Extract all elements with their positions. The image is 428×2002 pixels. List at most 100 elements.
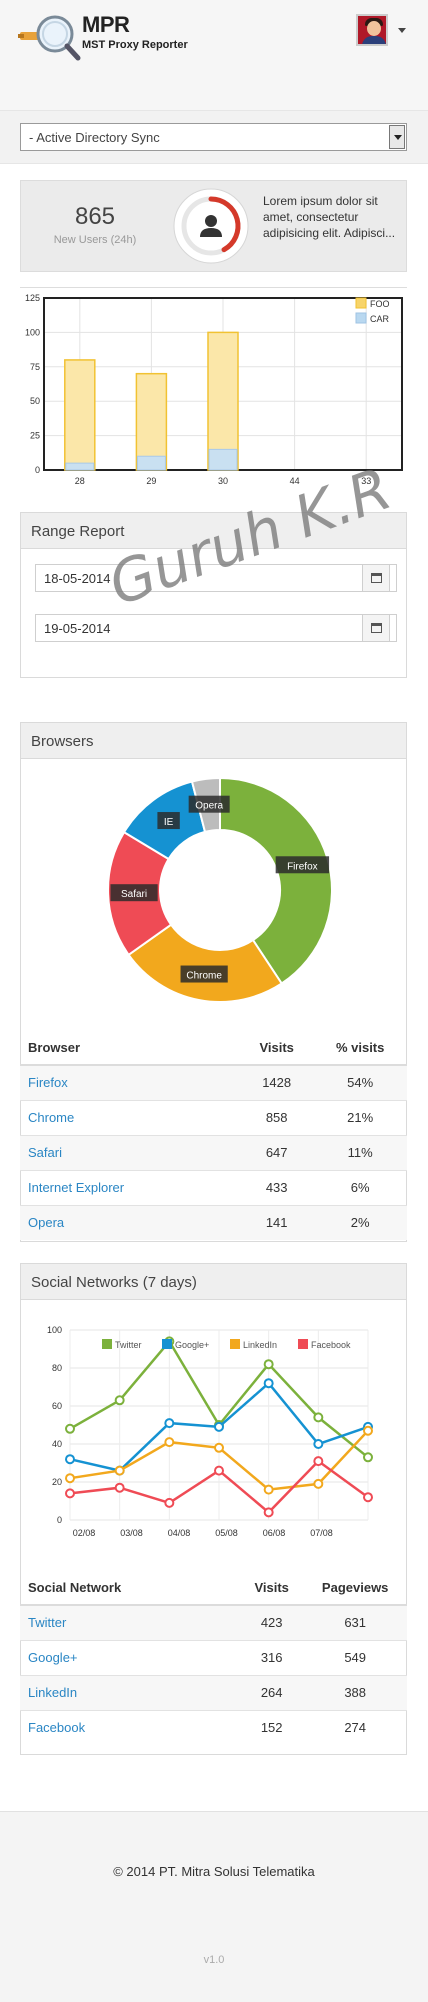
y-tick-label: 20 bbox=[52, 1477, 62, 1487]
user-menu-caret-icon[interactable] bbox=[398, 28, 406, 33]
data-point bbox=[313, 1412, 324, 1423]
legend-label: FOO bbox=[370, 299, 390, 309]
end-date-input[interactable]: 19-05-2014 bbox=[35, 614, 397, 642]
percent-cell: 6% bbox=[313, 1169, 407, 1205]
network-link[interactable]: LinkedIn bbox=[20, 1674, 240, 1710]
browser-link[interactable]: Firefox bbox=[20, 1064, 240, 1100]
browser-link[interactable]: Safari bbox=[20, 1134, 240, 1170]
browser-link[interactable]: Opera bbox=[20, 1204, 240, 1240]
col-visits: Visits bbox=[240, 1030, 314, 1066]
donut-label: Safari bbox=[121, 889, 147, 900]
y-tick-label: 125 bbox=[25, 293, 40, 303]
dropdown-arrow-icon[interactable] bbox=[389, 125, 405, 149]
bar-car bbox=[65, 462, 95, 471]
y-tick-label: 50 bbox=[30, 396, 40, 406]
y-tick-label: 100 bbox=[25, 327, 40, 337]
logo-magnifier-icon bbox=[18, 15, 81, 61]
data-point bbox=[114, 1465, 125, 1476]
data-point bbox=[114, 1482, 125, 1493]
col-pageviews: Pageviews bbox=[303, 1570, 407, 1606]
data-point bbox=[313, 1478, 324, 1489]
visits-cell: 647 bbox=[240, 1134, 314, 1170]
app-name: MPR bbox=[82, 12, 130, 37]
donut-label: Chrome bbox=[186, 971, 222, 982]
x-tick-label: 06/08 bbox=[263, 1528, 286, 1538]
visits-cell: 858 bbox=[240, 1099, 314, 1135]
sync-select[interactable]: - Active Directory Sync bbox=[20, 123, 407, 151]
start-date-calendar-button[interactable] bbox=[362, 564, 390, 592]
x-tick-label: 04/08 bbox=[168, 1528, 191, 1538]
chart-legend: FOO CAR bbox=[355, 297, 390, 324]
visits-cell: 433 bbox=[240, 1169, 314, 1205]
pageviews-cell: 388 bbox=[303, 1674, 407, 1710]
table-row: Chrome 858 21% bbox=[20, 1099, 407, 1135]
table-row: Opera 141 2% bbox=[20, 1204, 407, 1240]
legend-swatch bbox=[230, 1339, 240, 1349]
pageviews-cell: 549 bbox=[303, 1639, 407, 1675]
col-browser: Browser bbox=[20, 1030, 240, 1066]
legend-swatch bbox=[162, 1339, 172, 1349]
visits-cell: 141 bbox=[240, 1204, 314, 1240]
browser-link[interactable]: Chrome bbox=[20, 1099, 240, 1135]
visits-cell: 264 bbox=[240, 1674, 304, 1710]
x-tick-label: 28 bbox=[75, 476, 85, 486]
visits-cell: 316 bbox=[240, 1639, 304, 1675]
x-tick-label: 30 bbox=[218, 476, 228, 486]
bar-foo bbox=[135, 372, 168, 471]
donut-label: IE bbox=[164, 817, 174, 828]
data-point bbox=[164, 1497, 175, 1508]
table-row: Safari 647 11% bbox=[20, 1134, 407, 1170]
network-link[interactable]: Google+ bbox=[20, 1639, 240, 1675]
legend-swatch bbox=[298, 1339, 308, 1349]
percent-cell: 2% bbox=[313, 1204, 407, 1240]
data-point bbox=[263, 1359, 274, 1370]
table-row: Facebook 152 274 bbox=[20, 1709, 407, 1745]
table-row: LinkedIn 264 388 bbox=[20, 1674, 407, 1710]
data-point bbox=[214, 1421, 224, 1432]
y-tick-label: 40 bbox=[52, 1439, 62, 1449]
new-users-label: New Users (24h) bbox=[53, 234, 137, 246]
version-text: v1.0 bbox=[203, 1954, 225, 1966]
social-table: Social Network Visits Pageviews Twitter 4… bbox=[20, 1570, 407, 1745]
legend-swatch bbox=[355, 297, 367, 309]
data-point bbox=[164, 1437, 175, 1448]
percent-cell: 21% bbox=[313, 1099, 407, 1135]
y-tick-label: 0 bbox=[57, 1515, 62, 1525]
legend-label: Twitter bbox=[115, 1340, 142, 1350]
table-header-row: Social Network Visits Pageviews bbox=[20, 1570, 407, 1606]
percent-cell: 11% bbox=[313, 1134, 407, 1170]
bar-car bbox=[208, 448, 238, 471]
new-users-value: 865 bbox=[74, 203, 116, 230]
data-point bbox=[65, 1473, 75, 1484]
user-avatar[interactable] bbox=[356, 14, 388, 46]
bar-car bbox=[136, 455, 166, 471]
visits-cell: 423 bbox=[240, 1604, 304, 1640]
table-row: Google+ 316 549 bbox=[20, 1639, 407, 1675]
col-network: Social Network bbox=[20, 1570, 240, 1606]
network-link[interactable]: Facebook bbox=[20, 1709, 240, 1745]
donut-label: Firefox bbox=[287, 861, 318, 872]
pageviews-cell: 274 bbox=[303, 1709, 407, 1745]
legend-label: LinkedIn bbox=[243, 1340, 277, 1350]
y-tick-label: 25 bbox=[30, 431, 40, 441]
x-tick-label: 03/08 bbox=[120, 1528, 143, 1538]
network-link[interactable]: Twitter bbox=[20, 1604, 240, 1640]
legend-label: Google+ bbox=[175, 1340, 209, 1350]
legend-label: CAR bbox=[370, 314, 390, 324]
data-point bbox=[214, 1442, 224, 1453]
x-tick-label: 02/08 bbox=[73, 1528, 96, 1538]
donut-label: Opera bbox=[195, 801, 223, 812]
x-tick-label: 07/08 bbox=[310, 1528, 333, 1538]
bar-chart: 025507510012528 29 30 44 33FOOCAR bbox=[25, 293, 403, 486]
end-date-calendar-button[interactable] bbox=[362, 614, 390, 642]
browsers-title: Browsers bbox=[21, 723, 406, 759]
legend-swatch bbox=[355, 312, 367, 324]
legend-label: Facebook bbox=[311, 1340, 351, 1350]
stat-description: Lorem ipsum dolor sit amet, consectetur … bbox=[263, 194, 396, 240]
social-line-chart: 0 20 40 60 80 100 02/08 03/08 04/08 05/08 06/08 07/… bbox=[47, 1325, 373, 1538]
data-point bbox=[65, 1454, 75, 1465]
pageviews-cell: 631 bbox=[303, 1604, 407, 1640]
col-percent: % visits bbox=[313, 1030, 407, 1066]
browser-link[interactable]: Internet Explorer bbox=[20, 1169, 240, 1205]
legend-swatch bbox=[102, 1339, 112, 1349]
